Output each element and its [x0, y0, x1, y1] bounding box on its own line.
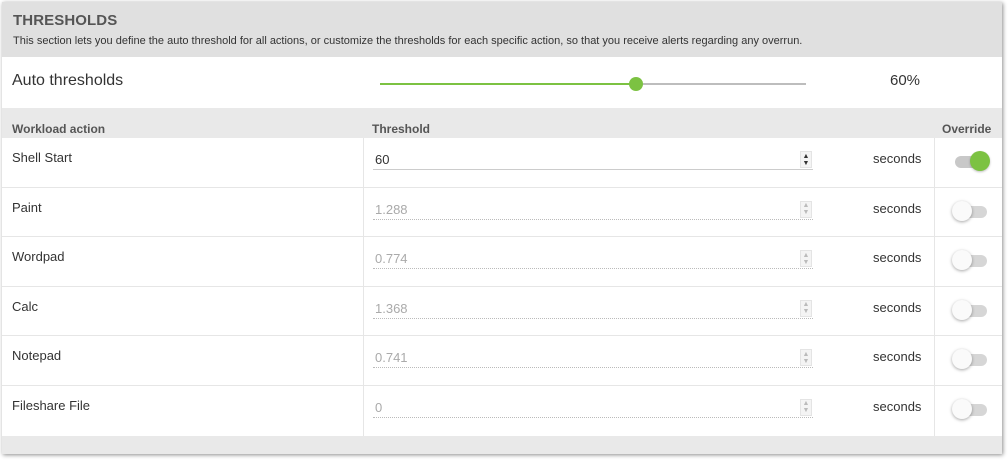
- auto-thresholds-label: Auto thresholds: [12, 72, 124, 89]
- override-toggle[interactable]: [952, 299, 990, 320]
- column-divider: [934, 336, 935, 385]
- threshold-spinner[interactable]: ▲ ▼: [800, 398, 812, 416]
- spinner-down-icon[interactable]: ▼: [803, 160, 810, 167]
- column-divider: [363, 286, 364, 336]
- slider-fill: [380, 83, 636, 85]
- column-header-action: Workload action: [12, 122, 106, 136]
- spinner-up-icon[interactable]: ▲: [803, 202, 810, 209]
- table-header: Workload action Threshold Override: [2, 118, 1002, 138]
- spinner-down-icon[interactable]: ▼: [803, 407, 810, 414]
- threshold-unit: seconds: [873, 349, 922, 365]
- toggle-knob: [952, 250, 972, 271]
- threshold-spinner[interactable]: ▲ ▼: [800, 200, 812, 218]
- threshold-table: Shell Start ▲ ▼ seconds Paint ▲ ▼ second…: [2, 138, 1002, 436]
- section-description: This section lets you define the auto th…: [13, 35, 803, 47]
- toggle-knob: [952, 299, 972, 320]
- threshold-input[interactable]: [373, 298, 813, 319]
- spinner-up-icon[interactable]: ▲: [803, 351, 810, 358]
- threshold-unit: seconds: [873, 299, 922, 315]
- column-divider: [934, 286, 935, 336]
- threshold-input[interactable]: [373, 348, 813, 369]
- column-header-threshold: Threshold: [372, 122, 431, 136]
- spinner-down-icon[interactable]: ▼: [803, 308, 810, 315]
- table-row-1: Paint ▲ ▼ seconds: [2, 187, 1002, 238]
- column-divider: [363, 138, 364, 187]
- override-toggle[interactable]: [952, 250, 990, 271]
- threshold-input[interactable]: [373, 397, 813, 418]
- workload-action-name: Fileshare File: [12, 397, 91, 413]
- threshold-spinner[interactable]: ▲ ▼: [800, 349, 812, 367]
- override-toggle[interactable]: [952, 200, 990, 221]
- spinner-up-icon[interactable]: ▲: [803, 400, 810, 407]
- auto-thresholds-row: Auto thresholds 60%: [2, 57, 1002, 108]
- thresholds-panel: THRESHOLDS This section lets you define …: [2, 2, 1002, 454]
- override-toggle[interactable]: [952, 349, 990, 370]
- workload-action-name: Wordpad: [12, 249, 65, 265]
- spinner-down-icon[interactable]: ▼: [803, 259, 810, 266]
- threshold-input[interactable]: [373, 199, 813, 220]
- threshold-unit: seconds: [873, 151, 922, 166]
- table-row-4: Notepad ▲ ▼ seconds: [2, 336, 1002, 386]
- workload-action-name: Paint: [12, 199, 42, 215]
- threshold-unit: seconds: [873, 200, 922, 216]
- table-row-3: Calc ▲ ▼ seconds: [2, 286, 1002, 337]
- threshold-unit: seconds: [873, 398, 922, 414]
- spinner-up-icon[interactable]: ▲: [803, 153, 810, 160]
- auto-thresholds-value: 60%: [890, 72, 921, 89]
- column-divider: [363, 187, 364, 237]
- toggle-knob: [952, 398, 972, 419]
- section-header: THRESHOLDS This section lets you define …: [2, 2, 1002, 57]
- column-divider: [363, 336, 364, 385]
- toggle-knob: [970, 151, 990, 171]
- workload-action-name: Notepad: [12, 348, 62, 364]
- workload-action-name: Shell Start: [12, 150, 72, 165]
- column-divider: [363, 385, 364, 436]
- section-title: THRESHOLDS: [13, 12, 118, 29]
- spinner-up-icon[interactable]: ▲: [803, 301, 810, 308]
- override-toggle[interactable]: [952, 151, 990, 171]
- spinner-down-icon[interactable]: ▼: [803, 209, 810, 216]
- table-row-2: Wordpad ▲ ▼ seconds: [2, 237, 1002, 287]
- column-divider: [934, 138, 935, 187]
- table-row-0: Shell Start ▲ ▼ seconds: [2, 138, 1002, 188]
- threshold-spinner[interactable]: ▲ ▼: [800, 250, 812, 268]
- column-divider: [363, 237, 364, 286]
- column-header-override: Override: [942, 122, 992, 136]
- table-row-5: Fileshare File ▲ ▼ seconds: [2, 385, 1002, 436]
- threshold-spinner[interactable]: ▲ ▼: [800, 299, 812, 317]
- workload-action-name: Calc: [12, 298, 39, 314]
- threshold-unit: seconds: [873, 250, 922, 266]
- threshold-spinner[interactable]: ▲ ▼: [800, 151, 812, 168]
- threshold-input[interactable]: [373, 249, 813, 270]
- auto-thresholds-slider[interactable]: [380, 75, 806, 93]
- column-divider: [934, 385, 935, 436]
- threshold-input[interactable]: [373, 150, 813, 170]
- override-toggle[interactable]: [952, 398, 990, 419]
- spinner-up-icon[interactable]: ▲: [803, 252, 810, 259]
- slider-thumb[interactable]: [628, 77, 643, 91]
- spinner-down-icon[interactable]: ▼: [803, 358, 810, 365]
- column-divider: [934, 237, 935, 286]
- toggle-knob: [952, 349, 972, 370]
- toggle-knob: [952, 200, 972, 221]
- column-divider: [934, 187, 935, 237]
